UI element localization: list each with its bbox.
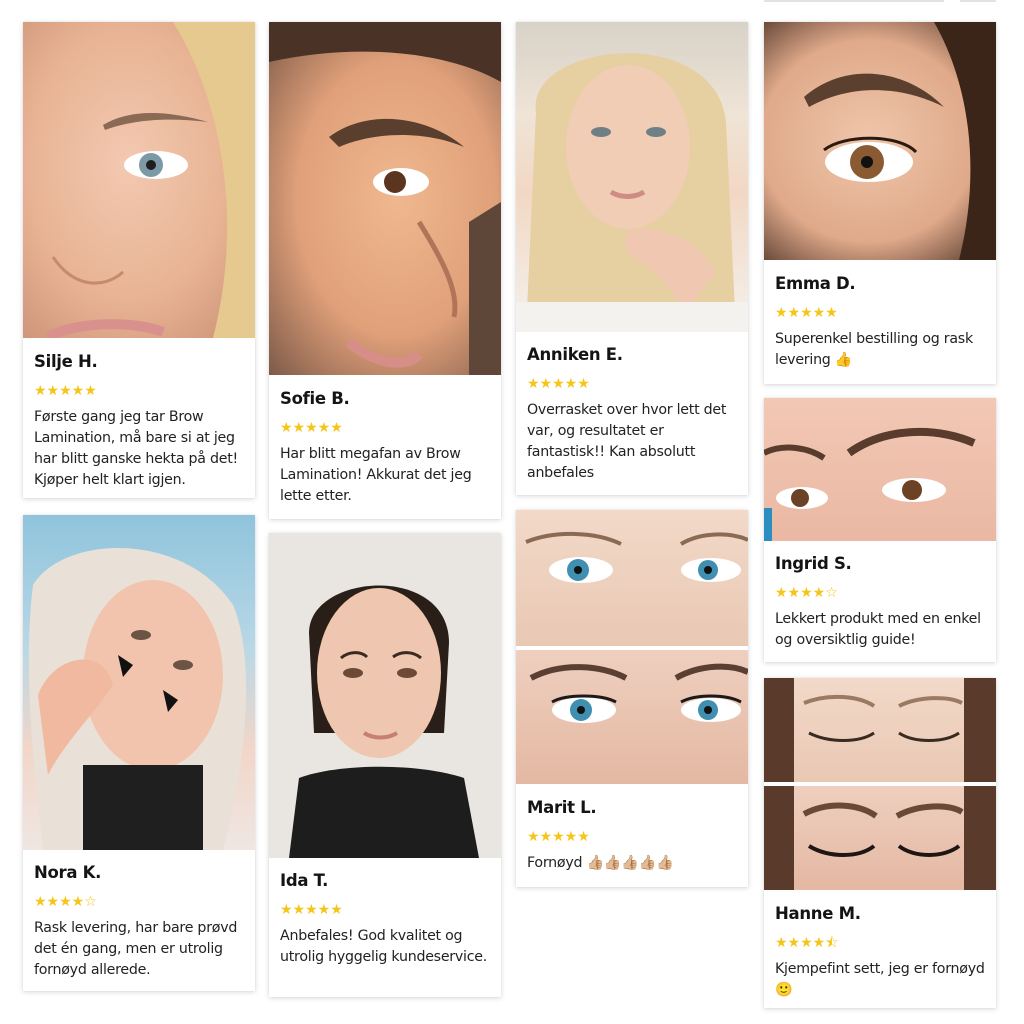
reviewer-name: Anniken E. [527,345,623,364]
review-text: Lekkert produkt med en enkel og oversikt… [775,611,981,648]
review-card: Sofie B. ★★★★★ Har blitt megafan av Brow… [269,22,501,519]
review-text: Anbefales! God kvalitet og utrolig hygge… [280,928,488,965]
before-photo [516,510,748,646]
reviewer-name: Marit L. [527,798,597,817]
before-photo [764,678,996,782]
review-photo[interactable] [23,515,255,850]
star-rating: ★★★★★ [34,383,97,399]
reviewer-name: Silje H. [34,352,98,371]
review-card: Emma D. ★★★★★ Superenkel bestilling og r… [764,22,996,384]
review-text: Rask levering, har bare prøvd det én gan… [34,920,238,978]
selfie-image [516,53,748,332]
review-text: Har blitt megafan av Brow Lamination! Ak… [280,446,472,504]
review-card: Marit L. ★★★★★ Fornøyd 👍🏼👍🏼👍🏼👍🏼👍🏼 [516,510,748,887]
review-photo[interactable] [269,533,501,858]
review-card: Ida T. ★★★★★ Anbefales! God kvalitet og … [269,533,501,997]
star-rating: ★★★★★ [280,902,343,918]
star-rating: ★★★★★ [527,376,590,392]
review-photo[interactable] [764,22,996,260]
after-photo [516,648,748,784]
reviewer-name: Ingrid S. [775,554,852,573]
reviewer-name: Ida T. [280,871,329,890]
card-edge [764,0,944,2]
star-rating: ★★★★★ [527,829,590,845]
card-edge [960,0,996,2]
face-closeup-image [45,22,255,338]
review-photo[interactable] [764,398,996,541]
review-photo[interactable] [516,22,748,332]
eyes-before-image [525,531,748,583]
review-card: Silje H. ★★★★★ Første gang jeg tar Brow … [23,22,255,498]
review-photo[interactable] [516,510,748,784]
star-rating: ★★★★★ [280,420,343,436]
selfie-image [28,547,247,850]
star-rating: ★★★★☆ [34,894,97,910]
review-text: Første gang jeg tar Brow Lamination, må … [34,409,238,488]
review-photo[interactable] [269,22,501,375]
review-wall: Silje H. ★★★★★ Første gang jeg tar Brow … [0,0,1024,1024]
selfie-image [269,533,501,858]
reviewer-name: Hanne M. [775,904,861,923]
eyes-after-image [529,663,748,723]
reviewer-name: Nora K. [34,863,102,882]
review-card: Nora K. ★★★★☆ Rask levering, har bare pr… [23,515,255,991]
review-text: Fornøyd 👍🏼👍🏼👍🏼👍🏼👍🏼 [527,855,674,871]
review-card: Ingrid S. ★★★★☆ Lekkert produkt med en e… [764,398,996,662]
star-rating: ★★★★★ [775,305,838,321]
eye-closeup-image [804,22,996,260]
review-card: Anniken E. ★★★★★ Overrasket over hvor le… [516,22,748,495]
brows-closeup-image [764,427,976,541]
review-text: Kjempefint sett, jeg er fornøyd 🙂 [775,961,985,998]
closed-eyes-after-image [764,786,996,890]
star-rating: ★★★★⯪ [775,935,839,951]
reviewer-name: Sofie B. [280,389,350,408]
reviewer-name: Emma D. [775,274,856,293]
review-photo[interactable] [764,678,996,890]
review-text: Superenkel bestilling og rask levering 👍 [775,331,973,368]
profile-image [269,22,501,375]
review-photo[interactable] [23,22,255,338]
star-rating: ★★★★☆ [775,585,838,601]
closed-eyes-before-image [764,678,996,782]
after-photo [764,784,996,890]
review-text: Overrasket over hvor lett det var, og re… [527,402,727,481]
review-card: Hanne M. ★★★★⯪ Kjempefint sett, jeg er f… [764,678,996,1008]
